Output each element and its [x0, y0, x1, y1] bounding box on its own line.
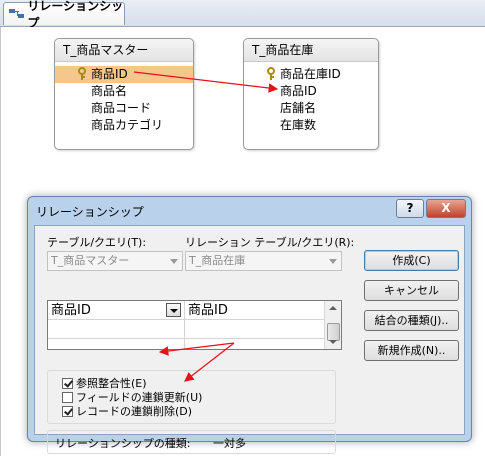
table-query-combo[interactable]: T_商品マスター [47, 251, 183, 271]
cell-value: 商品ID [51, 303, 91, 318]
scroll-down-icon[interactable] [329, 340, 337, 344]
table-query-label: テーブル/クエリ(T): [47, 236, 147, 249]
checkbox-checked-icon[interactable] [62, 405, 73, 417]
help-button[interactable]: ? [396, 199, 424, 218]
checkbox-label: レコードの連鎖削除(D) [76, 405, 193, 418]
combo-value: T_商品マスター [51, 254, 130, 267]
join-type-button[interactable]: 結合の種類(J).. [364, 310, 459, 331]
relationship-type-label: リレーションシップの種類: [55, 437, 191, 450]
grid-scrollbar[interactable] [324, 301, 341, 349]
empty-cell[interactable] [185, 320, 326, 339]
empty-cell[interactable] [185, 339, 326, 349]
checkbox-label: 参照整合性(E) [76, 377, 147, 390]
empty-cell[interactable] [48, 339, 185, 349]
checkbox-unchecked-icon[interactable] [62, 391, 73, 403]
related-table-label: リレーション テーブル/クエリ(R): [185, 236, 355, 249]
edit-relationships-dialog: リレーションシップ ? X テーブル/クエリ(T): リレーション テーブル/ク… [27, 196, 472, 454]
right-field-cell[interactable]: 商品ID [185, 301, 326, 320]
create-new-button[interactable]: 新規作成(N).. [364, 340, 459, 361]
close-button[interactable]: X [426, 199, 466, 218]
combo-value: T_商品在庫 [189, 254, 246, 267]
checkbox-checked-icon[interactable] [62, 377, 73, 389]
cascade-delete-checkbox[interactable]: レコードの連鎖削除(D) [62, 405, 192, 419]
checkbox-label: フィールドの連鎖更新(U) [76, 391, 203, 404]
dropdown-button[interactable] [166, 303, 181, 317]
chevron-down-icon [170, 259, 178, 264]
chevron-down-icon [170, 309, 178, 313]
integrity-options-group: 参照整合性(E) フィールドの連鎖更新(U) レコードの連鎖削除(D) [47, 370, 336, 424]
dialog-title: リレーションシップ [36, 205, 144, 219]
cancel-button[interactable]: キャンセル [364, 280, 459, 301]
create-button[interactable]: 作成(C) [364, 250, 459, 271]
cell-value: 商品ID [188, 303, 228, 318]
relationship-type-row: リレーションシップの種類: 一対多 [47, 430, 336, 454]
cascade-update-checkbox[interactable]: フィールドの連鎖更新(U) [62, 391, 202, 405]
empty-cell[interactable] [48, 320, 185, 339]
dialog-client-area: テーブル/クエリ(T): リレーション テーブル/クエリ(R): T_商品マスタ… [34, 225, 465, 454]
scroll-thumb[interactable] [327, 323, 340, 341]
related-table-combo[interactable]: T_商品在庫 [185, 251, 342, 271]
relationship-type-value: 一対多 [213, 437, 246, 450]
scroll-up-icon[interactable] [329, 306, 337, 310]
left-field-cell[interactable]: 商品ID [48, 301, 185, 320]
enforce-integrity-checkbox[interactable]: 参照整合性(E) [62, 377, 147, 391]
field-mapping-grid[interactable]: 商品ID 商品ID [47, 300, 342, 350]
chevron-down-icon [329, 259, 337, 264]
field-drag-arrow [133, 71, 279, 93]
